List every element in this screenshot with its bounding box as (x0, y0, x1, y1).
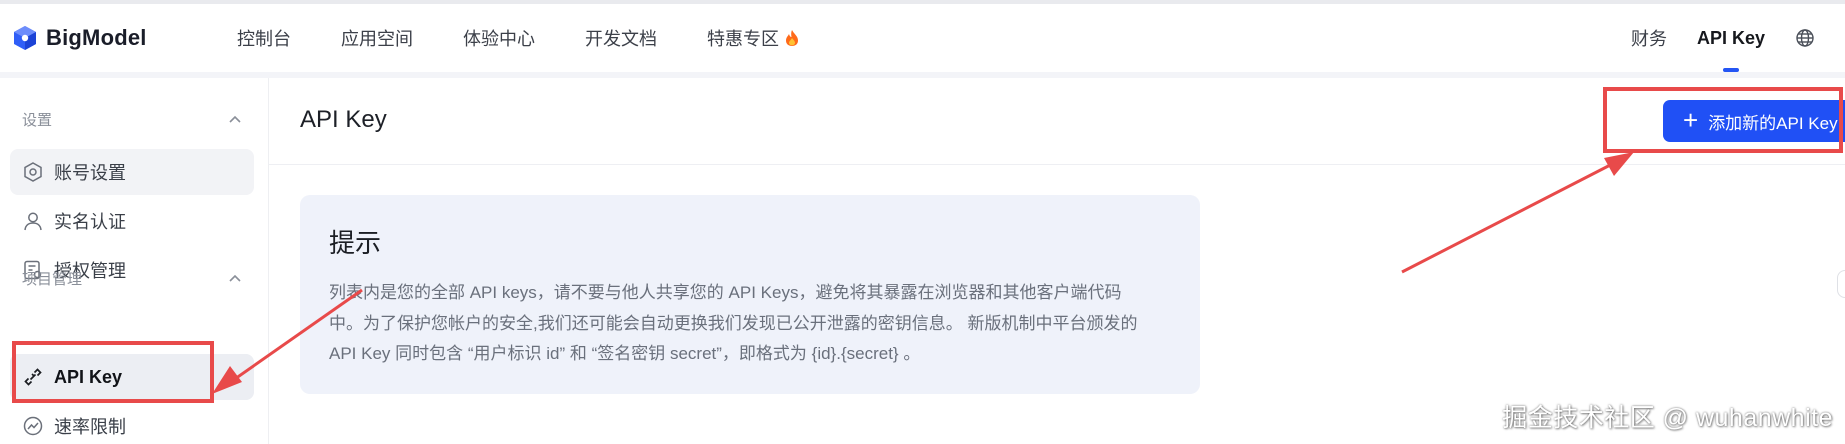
nav-finance[interactable]: 财务 (1631, 4, 1667, 72)
brand-logo[interactable]: BigModel (12, 25, 212, 51)
main-content: API Key + 添加新的API Key 提示 列表内是您的全部 API ke… (268, 78, 1845, 444)
chevron-up-icon (229, 274, 241, 282)
tip-title: 提示 (329, 228, 382, 258)
nav-app-space[interactable]: 应用空间 (341, 25, 413, 51)
nav-experience-center[interactable]: 体验中心 (463, 25, 535, 51)
add-api-key-label: 添加新的API Key (1708, 113, 1838, 133)
settings-hexagon-icon (24, 162, 42, 182)
project-section-header[interactable]: 项目管理 (22, 268, 242, 289)
top-navigation-bar: BigModel 控制台 应用空间 体验中心 开发文档 特惠专区 财务 API … (0, 0, 1845, 72)
sidebar-item-label: API Key (54, 366, 123, 387)
page-header: API Key + 添加新的API Key (269, 78, 1845, 165)
settings-section-header[interactable]: 设置 (22, 109, 242, 130)
nav-dev-docs[interactable]: 开发文档 (585, 25, 657, 51)
brand-name: BigModel (46, 25, 147, 50)
fire-icon (786, 30, 798, 46)
project-section-label: 项目管理 (22, 271, 83, 288)
sidebar-item-label: 账号设置 (54, 163, 126, 183)
sidebar: 设置 账号设置 实名认证 授权管理 项目管理 API Key 速率限制 (0, 78, 268, 444)
sidebar-item-identity-verification[interactable]: 实名认证 (10, 198, 254, 244)
settings-section-label: 设置 (22, 112, 53, 129)
nav-special-offers[interactable]: 特惠专区 (707, 25, 799, 51)
tip-line: API Key 同时包含 “用户标识 id” 和 “签名密钥 secret”，即… (329, 344, 921, 363)
globe-icon[interactable] (1795, 28, 1815, 48)
sidebar-item-label: 实名认证 (54, 212, 126, 232)
user-icon (24, 212, 42, 231)
app-root: BigModel 控制台 应用空间 体验中心 开发文档 特惠专区 财务 API … (0, 0, 1845, 444)
nav-special-offers-label: 特惠专区 (707, 29, 779, 49)
nav-console[interactable]: 控制台 (237, 25, 291, 51)
main-nav: 控制台 应用空间 体验中心 开发文档 特惠专区 (237, 25, 849, 51)
nav-api-key[interactable]: API Key (1697, 4, 1765, 72)
scroll-handle[interactable] (1837, 270, 1845, 298)
add-api-key-button[interactable]: + 添加新的API Key (1663, 100, 1845, 142)
sidebar-item-api-key[interactable]: API Key (10, 354, 254, 400)
bigmodel-logo-icon (14, 26, 36, 50)
tip-panel: 提示 列表内是您的全部 API keys，请不要与他人共享您的 API Keys… (300, 195, 1200, 394)
watermark-text: 掘金技术社区 @ wuhanwhite (1502, 404, 1833, 432)
plus-icon: + (1683, 105, 1699, 135)
sidebar-item-label: 速率限制 (54, 417, 126, 437)
right-nav: 财务 API Key (1631, 4, 1845, 72)
tip-line: 列表内是您的全部 API keys，请不要与他人共享您的 API Keys，避免… (329, 283, 1122, 302)
sidebar-item-rate-limits[interactable]: 速率限制 (10, 403, 254, 444)
trend-chart-icon (23, 416, 43, 436)
chevron-up-icon (229, 115, 241, 123)
sidebar-item-account-settings[interactable]: 账号设置 (10, 149, 254, 195)
page-title: API Key (300, 106, 387, 133)
link-plug-icon (24, 368, 42, 386)
tip-body: 列表内是您的全部 API keys，请不要与他人共享您的 API Keys，避免… (329, 278, 1171, 370)
tip-line: 中。为了保护您帐户的安全,我们还可能会自动更换我们发现已公开泄露的密钥信息。 新… (329, 313, 1138, 333)
